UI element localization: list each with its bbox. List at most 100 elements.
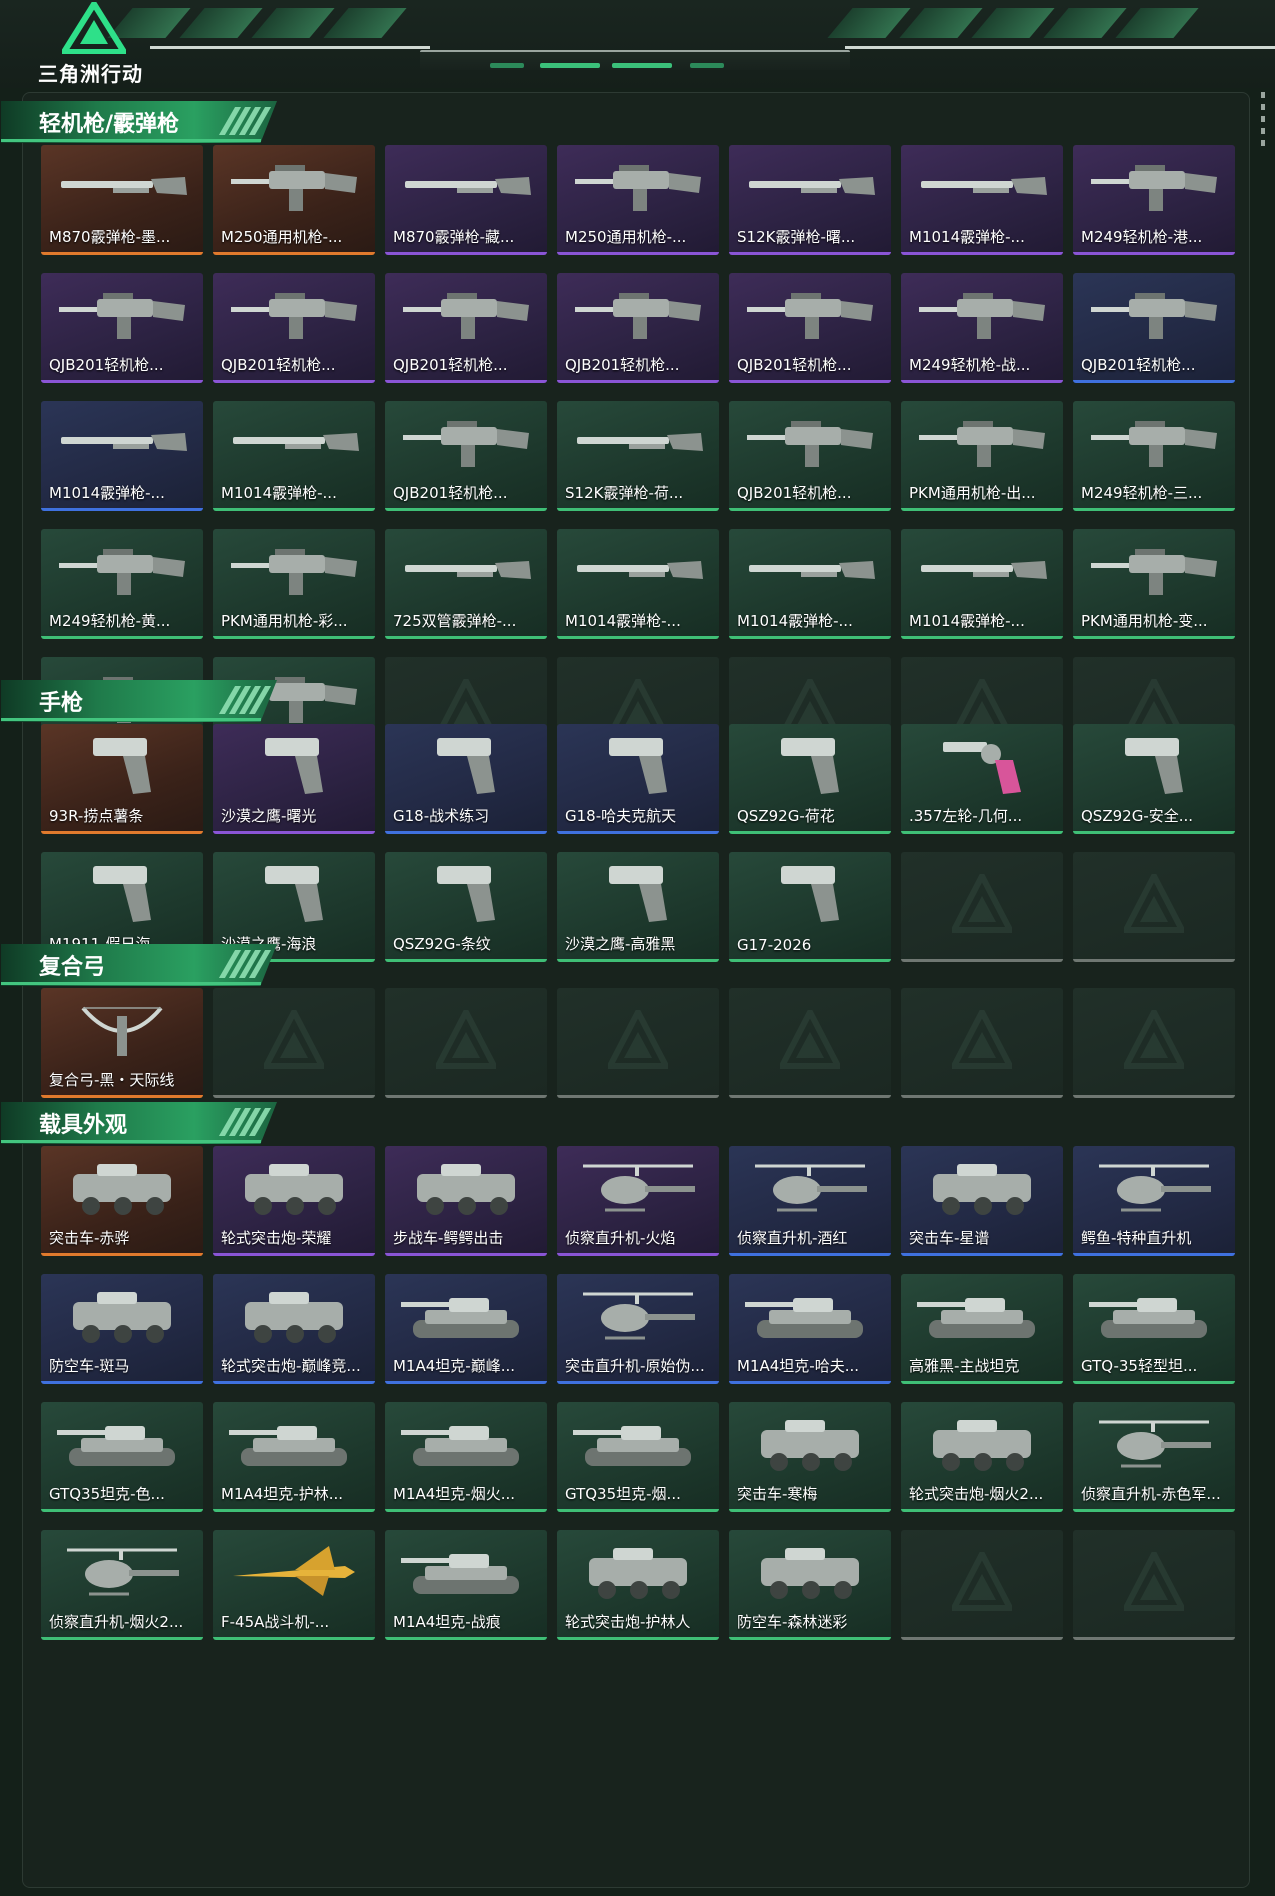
- slot-bar: [901, 959, 1063, 962]
- skin-card[interactable]: 突击车-寒梅: [729, 1402, 891, 1512]
- skin-card[interactable]: 轮式突击炮-烟火2...: [901, 1402, 1063, 1512]
- skin-card[interactable]: M870霰弹枪-墨...: [41, 145, 203, 255]
- skin-card[interactable]: M250通用机枪-...: [213, 145, 375, 255]
- skin-card[interactable]: G17-2026: [729, 852, 891, 962]
- skin-card[interactable]: QJB201轻机枪...: [385, 273, 547, 383]
- machine-gun-icon: [1085, 283, 1223, 345]
- skin-card[interactable]: M249轻机枪-三...: [1073, 401, 1235, 511]
- scroll-indicator[interactable]: [1261, 92, 1265, 150]
- skin-name: M1014霰弹枪-...: [737, 612, 853, 630]
- skin-card[interactable]: PKM通用机枪-彩...: [213, 529, 375, 639]
- section-title: 载具外观: [39, 1113, 128, 1138]
- skin-card[interactable]: G18-战术练习: [385, 724, 547, 834]
- skin-card[interactable]: QJB201轻机枪...: [729, 401, 891, 511]
- rarity-bar: [41, 508, 203, 511]
- skin-card[interactable]: 防空车-斑马: [41, 1274, 203, 1384]
- skin-card[interactable]: M1014霰弹枪-...: [41, 401, 203, 511]
- skin-card[interactable]: M1A4坦克-战痕: [385, 1530, 547, 1640]
- skin-card[interactable]: .357左轮-几何...: [901, 724, 1063, 834]
- shotgun-icon: [397, 539, 535, 601]
- skin-card[interactable]: QSZ92G-条纹: [385, 852, 547, 962]
- rarity-bar: [41, 380, 203, 383]
- rarity-bar: [901, 1509, 1063, 1512]
- machine-gun-icon: [1085, 411, 1223, 473]
- skin-card[interactable]: 93R-捞点薯条: [41, 724, 203, 834]
- skin-card[interactable]: 沙漠之鹰-高雅黑: [557, 852, 719, 962]
- rarity-bar: [213, 1637, 375, 1640]
- skin-card[interactable]: M249轻机枪-战...: [901, 273, 1063, 383]
- skin-card[interactable]: 侦察直升机-火焰: [557, 1146, 719, 1256]
- skin-card[interactable]: GTQ35坦克-色...: [41, 1402, 203, 1512]
- section-stripes: [218, 686, 272, 714]
- skin-card[interactable]: M1014霰弹枪-...: [557, 529, 719, 639]
- skin-card[interactable]: QSZ92G-安全...: [1073, 724, 1235, 834]
- rarity-bar: [557, 508, 719, 511]
- skin-card[interactable]: M1014霰弹枪-...: [729, 529, 891, 639]
- skin-card[interactable]: M1A4坦克-巅峰...: [385, 1274, 547, 1384]
- skin-card[interactable]: 高雅黑-主战坦克: [901, 1274, 1063, 1384]
- skin-card[interactable]: QJB201轻机枪...: [385, 401, 547, 511]
- skin-card[interactable]: F-45A战斗机-...: [213, 1530, 375, 1640]
- machine-gun-icon: [397, 411, 535, 473]
- pistol-icon: [397, 734, 535, 796]
- skin-card[interactable]: 轮式突击炮-护林人: [557, 1530, 719, 1640]
- skin-card[interactable]: 侦察直升机-酒红: [729, 1146, 891, 1256]
- skin-card[interactable]: M1A4坦克-哈夫...: [729, 1274, 891, 1384]
- skin-card[interactable]: PKM通用机枪-变...: [1073, 529, 1235, 639]
- skin-card[interactable]: 轮式突击炮-荣耀: [213, 1146, 375, 1256]
- skin-card[interactable]: 突击车-赤骅: [41, 1146, 203, 1256]
- skin-name: .357左轮-几何...: [909, 807, 1023, 825]
- skin-card[interactable]: 鳄鱼-特种直升机: [1073, 1146, 1235, 1256]
- rarity-bar: [213, 508, 375, 511]
- pistol-icon: [741, 734, 879, 796]
- machine-gun-icon: [225, 539, 363, 601]
- section-underline: [1, 718, 261, 721]
- skin-card[interactable]: QJB201轻机枪...: [41, 273, 203, 383]
- skin-card[interactable]: M1014霰弹枪-...: [901, 145, 1063, 255]
- skin-card[interactable]: M1014霰弹枪-...: [901, 529, 1063, 639]
- skin-card[interactable]: GTQ-35轻型坦...: [1073, 1274, 1235, 1384]
- skin-card[interactable]: 侦察直升机-赤色军...: [1073, 1402, 1235, 1512]
- skin-card[interactable]: 复合弓-黑・天际线: [41, 988, 203, 1098]
- delta-watermark-icon: [1121, 1005, 1187, 1070]
- pistol-icon: [225, 734, 363, 796]
- tank-icon: [397, 1412, 535, 1474]
- skin-name: 725双管霰弹枪-...: [393, 612, 517, 630]
- skin-card[interactable]: S12K霰弹枪-曙...: [729, 145, 891, 255]
- skin-card[interactable]: M249轻机枪-港...: [1073, 145, 1235, 255]
- section-header: 手枪: [1, 680, 277, 722]
- skin-card[interactable]: 防空车-森林迷彩: [729, 1530, 891, 1640]
- skin-card[interactable]: QJB201轻机枪...: [1073, 273, 1235, 383]
- skin-card[interactable]: QJB201轻机枪...: [729, 273, 891, 383]
- skin-card[interactable]: 侦察直升机-烟火2...: [41, 1530, 203, 1640]
- skin-name: M1014霰弹枪-...: [221, 484, 337, 502]
- skin-card[interactable]: 步战车-鳄鳄出击: [385, 1146, 547, 1256]
- skin-card[interactable]: M250通用机枪-...: [557, 145, 719, 255]
- skin-card[interactable]: 轮式突击炮-巅峰竞...: [213, 1274, 375, 1384]
- skin-name: GTQ35坦克-烟...: [565, 1485, 681, 1503]
- skin-card[interactable]: 沙漠之鹰-曙光: [213, 724, 375, 834]
- skin-card[interactable]: 突击车-星谱: [901, 1146, 1063, 1256]
- skin-card[interactable]: QJB201轻机枪...: [557, 273, 719, 383]
- rarity-bar: [557, 1509, 719, 1512]
- skin-card[interactable]: PKM通用机枪-出...: [901, 401, 1063, 511]
- slot-bar: [901, 1095, 1063, 1098]
- skin-card[interactable]: S12K霰弹枪-荷...: [557, 401, 719, 511]
- skin-card[interactable]: M249轻机枪-黄...: [41, 529, 203, 639]
- skin-card[interactable]: GTQ35坦克-烟...: [557, 1402, 719, 1512]
- skin-card[interactable]: G18-哈夫克航天: [557, 724, 719, 834]
- rarity-bar: [901, 636, 1063, 639]
- rarity-bar: [901, 508, 1063, 511]
- rarity-bar: [1073, 508, 1235, 511]
- skin-card[interactable]: M1A4坦克-护林...: [213, 1402, 375, 1512]
- skin-name: M249轻机枪-三...: [1081, 484, 1203, 502]
- skin-card[interactable]: QSZ92G-荷花: [729, 724, 891, 834]
- skin-card[interactable]: 725双管霰弹枪-...: [385, 529, 547, 639]
- skin-card[interactable]: M1A4坦克-烟火...: [385, 1402, 547, 1512]
- rarity-bar: [729, 1509, 891, 1512]
- skin-card[interactable]: M870霰弹枪-藏...: [385, 145, 547, 255]
- skin-card[interactable]: QJB201轻机枪...: [213, 273, 375, 383]
- skin-card[interactable]: M1014霰弹枪-...: [213, 401, 375, 511]
- section-title: 轻机枪/霰弹枪: [39, 112, 180, 137]
- skin-card[interactable]: 突击直升机-原始伪...: [557, 1274, 719, 1384]
